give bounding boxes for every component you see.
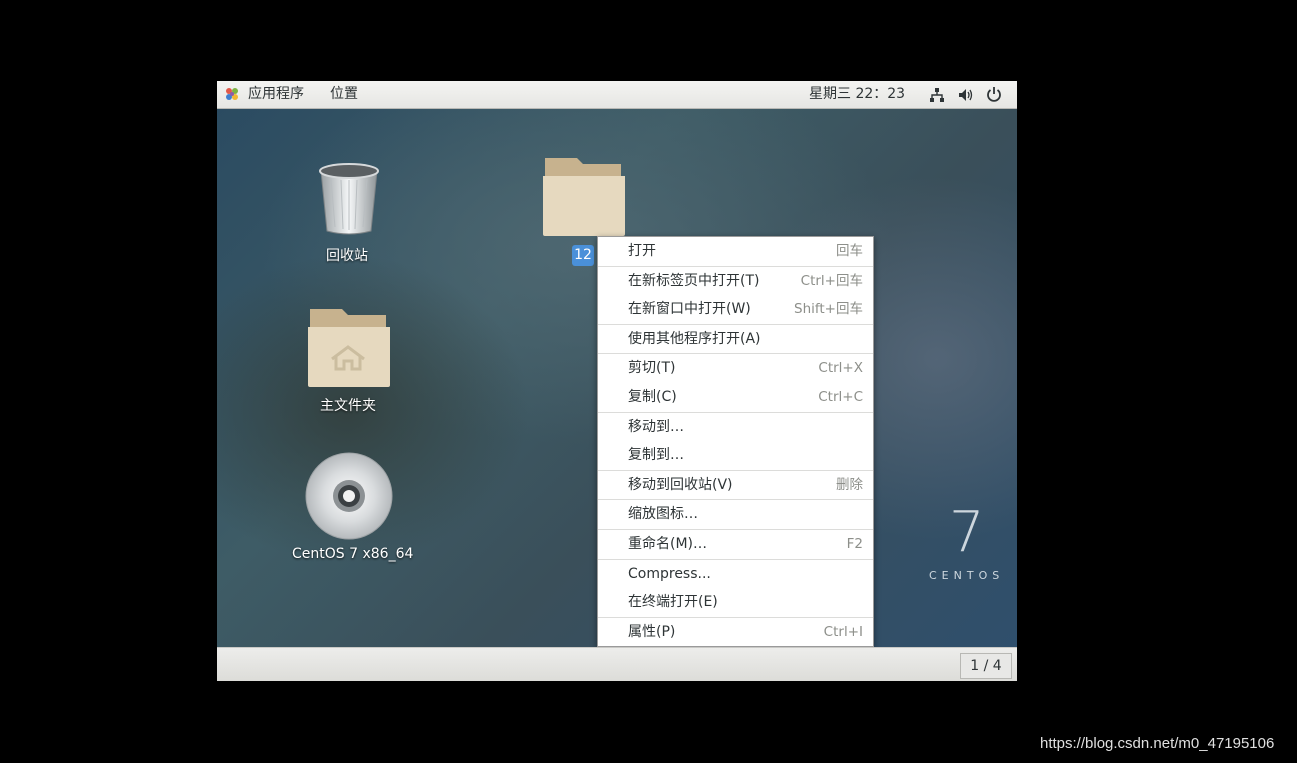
logo-wordmark: CENTOS bbox=[929, 569, 1005, 582]
screen: 应用程序 位置 星期三 22：23 回收站 主文件夹 CentOS 7 x86_… bbox=[217, 81, 1017, 681]
context-menu: 打开 回车 在新标签页中打开(T) Ctrl+回车 在新窗口中打开(W) Shift+… bbox=[597, 236, 874, 648]
menu-item-label: 剪切(T) bbox=[628, 360, 676, 377]
menu-item-label: 移动到回收站(V) bbox=[628, 476, 733, 493]
menu-item-open-in-window[interactable]: 在新窗口中打开(W) Shift+回车 bbox=[598, 295, 873, 324]
menu-item-open[interactable]: 打开 回车 bbox=[598, 237, 873, 266]
menu-item-label: 复制到… bbox=[628, 447, 684, 464]
menu-item-resize-icon[interactable]: 缩放图标… bbox=[598, 499, 873, 529]
menu-item-label: 属性(P) bbox=[628, 623, 676, 640]
menu-item-label: 打开 bbox=[628, 243, 656, 259]
menu-item-rename[interactable]: 重命名(M)… F2 bbox=[598, 528, 873, 559]
menu-item-accel: Shift+回车 bbox=[794, 301, 863, 318]
workspace-switcher[interactable]: 1 / 4 bbox=[960, 653, 1012, 679]
optical-disc-icon bbox=[305, 452, 393, 540]
folder-icon bbox=[543, 158, 625, 236]
menu-item-label: 复制(C) bbox=[628, 388, 677, 405]
desktop-item-label: CentOS 7 x86_64 bbox=[292, 546, 414, 562]
logo-version: 7 bbox=[949, 500, 985, 565]
power-icon[interactable] bbox=[986, 86, 1002, 102]
clock[interactable]: 星期三 22：23 bbox=[809, 85, 905, 104]
desktop-item-label-selected: 12 bbox=[572, 245, 594, 266]
menu-item-accel: 回车 bbox=[836, 243, 863, 259]
menu-item-open-with[interactable]: 使用其他程序打开(A) bbox=[598, 323, 873, 354]
menu-item-accel: Ctrl+回车 bbox=[800, 272, 863, 289]
menu-item-copy[interactable]: 复制(C) Ctrl+C bbox=[598, 383, 873, 412]
menu-item-accel: Ctrl+X bbox=[818, 360, 863, 377]
menu-item-properties[interactable]: 属性(P) Ctrl+I bbox=[598, 616, 873, 647]
menu-item-move-to[interactable]: 移动到… bbox=[598, 411, 873, 442]
trash-icon bbox=[319, 163, 379, 235]
menu-item-label: Compress... bbox=[628, 565, 711, 582]
menu-item-move-to-trash[interactable]: 移动到回收站(V) 删除 bbox=[598, 469, 873, 500]
desktop-item-label: 主文件夹 bbox=[320, 398, 376, 414]
menu-item-copy-to[interactable]: 复制到… bbox=[598, 441, 873, 470]
places-menu[interactable]: 位置 bbox=[330, 85, 358, 104]
menu-item-label: 移动到… bbox=[628, 418, 684, 435]
desktop: 回收站 主文件夹 CentOS 7 x86_64 12 7 CENTOS 打开 … bbox=[217, 109, 1017, 648]
desktop-item-label: 回收站 bbox=[326, 248, 368, 264]
volume-icon[interactable] bbox=[957, 87, 973, 103]
applications-menu[interactable]: 应用程序 bbox=[248, 85, 304, 104]
watermark-url: https://blog.csdn.net/m0_47195106 bbox=[1040, 735, 1275, 752]
menu-item-label: 在新窗口中打开(W) bbox=[628, 301, 751, 318]
menu-item-open-in-terminal[interactable]: 在终端打开(E) bbox=[598, 588, 873, 617]
menu-item-label: 在新标签页中打开(T) bbox=[628, 272, 760, 289]
menu-item-label: 在终端打开(E) bbox=[628, 594, 718, 611]
top-panel: 应用程序 位置 星期三 22：23 bbox=[217, 81, 1017, 109]
menu-item-label: 重命名(M)… bbox=[628, 535, 708, 552]
menu-item-accel: F2 bbox=[846, 535, 863, 552]
menu-item-accel: 删除 bbox=[836, 476, 863, 493]
applications-icon[interactable] bbox=[225, 87, 239, 101]
menu-item-cut[interactable]: 剪切(T) Ctrl+X bbox=[598, 353, 873, 383]
home-folder-icon bbox=[308, 309, 390, 387]
menu-item-open-in-tab[interactable]: 在新标签页中打开(T) Ctrl+回车 bbox=[598, 265, 873, 296]
menu-item-label: 使用其他程序打开(A) bbox=[628, 330, 761, 347]
menu-item-accel: Ctrl+C bbox=[818, 388, 863, 405]
menu-item-compress[interactable]: Compress... bbox=[598, 558, 873, 589]
network-icon[interactable] bbox=[929, 87, 945, 103]
menu-item-label: 缩放图标… bbox=[628, 506, 698, 523]
bottom-panel: 1 / 4 bbox=[217, 647, 1017, 681]
menu-item-accel: Ctrl+I bbox=[823, 623, 863, 640]
